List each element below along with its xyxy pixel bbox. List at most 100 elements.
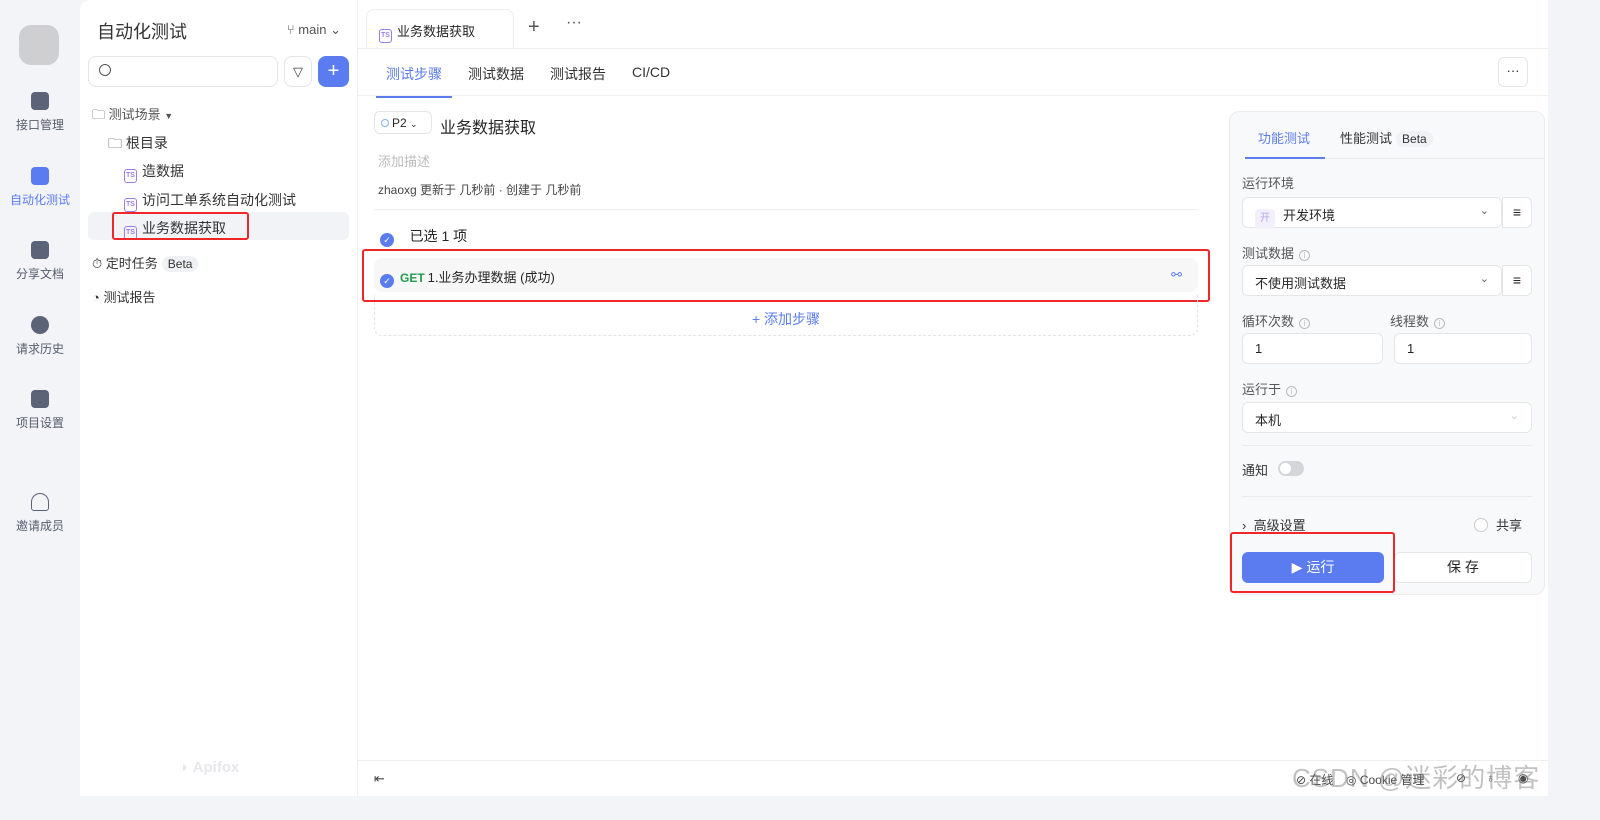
folder-icon: 🗀 xyxy=(108,135,126,151)
history-icon xyxy=(31,316,49,334)
label-text: 运行于 xyxy=(1242,382,1282,397)
sidebar-title: 自动化测试 xyxy=(97,22,187,42)
tree-scenes[interactable]: 🗀 测试场景 ▼ xyxy=(92,104,173,128)
beta-badge: Beta xyxy=(1396,131,1433,147)
tree-case[interactable]: TS 访问工单系统自动化测试 xyxy=(124,190,296,212)
priority-value: P2 xyxy=(392,116,407,130)
rail-label: 分享文档 xyxy=(15,267,64,281)
subtabs: 测试步骤 测试数据 测试报告 CI/CD ··· xyxy=(358,48,1548,98)
save-button[interactable]: 保 存 xyxy=(1394,552,1532,583)
checkbox-icon xyxy=(1474,518,1488,532)
add-step-button[interactable]: + 添加步骤 xyxy=(374,294,1198,336)
run-on-value: 本机 xyxy=(1255,413,1282,428)
run-label: 运行 xyxy=(1306,559,1335,575)
description-input[interactable]: 添加描述 xyxy=(378,151,430,170)
rail-item-invite[interactable]: 邀请成员 xyxy=(0,493,80,534)
chevron-down-icon: ⌄ xyxy=(410,119,418,129)
run-on-select[interactable]: 本机 ⌄ xyxy=(1242,402,1532,433)
tab-performance[interactable]: 性能测试 Beta xyxy=(1340,128,1433,147)
branch-icon: ⑂ xyxy=(286,22,299,37)
env-label: 运行环境 xyxy=(1242,176,1295,191)
tab-more-button[interactable]: ··· xyxy=(566,14,582,32)
thread-count-input[interactable]: 1 xyxy=(1394,333,1532,364)
new-tab-button[interactable]: + xyxy=(528,16,540,39)
tab-data[interactable]: 测试数据 xyxy=(468,64,524,84)
branch-name: main xyxy=(298,22,327,37)
rail-label: 请求历史 xyxy=(15,342,64,356)
link-icon[interactable]: ⚯ xyxy=(1171,267,1182,283)
tree-label: 造数据 xyxy=(142,163,184,179)
test-data-menu-button[interactable]: ≡ xyxy=(1502,265,1532,296)
env-menu-button[interactable]: ≡ xyxy=(1502,197,1532,228)
nav-rail: 接口管理 自动化测试 分享文档 请求历史 项目设置 邀请成员 xyxy=(0,0,80,820)
priority-select[interactable]: P2 ⌄ xyxy=(374,111,432,134)
watermark: CSDN @迷彩的博客 xyxy=(1292,763,1541,793)
rail-item-api[interactable]: 接口管理 xyxy=(0,92,80,133)
beta-badge: Beta xyxy=(161,256,199,272)
rail-item-share-doc[interactable]: 分享文档 xyxy=(0,241,80,282)
tab-steps[interactable]: 测试步骤 xyxy=(376,64,452,98)
share-label: 共享 xyxy=(1496,518,1523,533)
env-tag: 开 xyxy=(1255,209,1275,229)
tree-case-selected[interactable]: TS 业务数据获取 xyxy=(124,218,226,240)
case-meta: zhaoxg 更新于 几秒前 · 创建于 几秒前 xyxy=(378,183,582,197)
advanced-settings-toggle[interactable]: › 高级设置 xyxy=(1242,515,1306,534)
tree-label: 业务数据获取 xyxy=(142,220,226,236)
env-value: 开发环境 xyxy=(1283,208,1336,223)
team-avatar[interactable] xyxy=(19,25,59,65)
case-title[interactable]: 业务数据获取 xyxy=(440,114,536,138)
brand-text: Apifox xyxy=(192,759,240,776)
tree-case[interactable]: TS 造数据 xyxy=(124,161,184,183)
chevron-down-icon: ⌄ xyxy=(1509,410,1519,422)
scrollbar[interactable] xyxy=(1548,0,1568,820)
timer-icon: ⏱ xyxy=(92,256,106,271)
tab-indicator xyxy=(1245,157,1325,159)
run-button[interactable]: ▶ 运行 xyxy=(1242,552,1384,583)
method-badge: GET xyxy=(400,271,425,285)
env-select[interactable]: 开开发环境 ⌄ xyxy=(1242,197,1502,229)
branch-selector[interactable]: ⑂ main ⌄ xyxy=(287,22,341,38)
chevron-down-icon: ⌄ xyxy=(1479,205,1489,217)
tree-label: 测试场景 xyxy=(108,107,161,122)
collapse-sidebar-icon[interactable]: ⇤ xyxy=(374,771,385,787)
share-checkbox[interactable]: 共享 xyxy=(1474,515,1522,534)
ts-file-icon: TS xyxy=(124,169,137,183)
sidebar: 自动化测试 ⑂ main ⌄ ▽ + 🗀 测试场景 ▼ 🗀 根目录 TS 造数据 … xyxy=(80,0,358,796)
play-icon: ▶ xyxy=(1291,559,1307,575)
search-input[interactable] xyxy=(88,56,278,87)
test-data-value: 不使用测试数据 xyxy=(1255,276,1347,291)
run-panel: 功能测试 性能测试 Beta 运行环境 开开发环境 ⌄ ≡ 测试数据 i 不使用测试数… xyxy=(1229,111,1545,595)
loop-label: 循环次数 i xyxy=(1242,311,1311,330)
automation-icon xyxy=(31,167,49,185)
rail-label: 自动化测试 xyxy=(9,193,70,207)
tree-schedule[interactable]: ⏱ 定时任务 Beta xyxy=(92,253,199,272)
tree-root[interactable]: 🗀 根目录 xyxy=(108,133,168,157)
rail-item-automation[interactable]: 自动化测试 xyxy=(0,167,80,208)
more-button[interactable]: ··· xyxy=(1498,57,1528,87)
step-row[interactable]: ✓ GET 1.业务办理数据 (成功) ⚯ xyxy=(374,258,1198,292)
add-button[interactable]: + xyxy=(318,56,349,87)
test-data-select[interactable]: 不使用测试数据 ⌄ xyxy=(1242,265,1502,296)
settings-icon xyxy=(31,390,49,408)
filter-icon: ▽ xyxy=(293,64,303,79)
rail-label: 邀请成员 xyxy=(15,519,64,533)
select-all-checkbox[interactable]: ✓ 已选 1 项 xyxy=(380,226,467,247)
tab-report[interactable]: 测试报告 xyxy=(550,64,606,84)
rail-item-history[interactable]: 请求历史 xyxy=(0,316,80,357)
ts-file-icon: TS xyxy=(124,226,137,240)
tab-cicd[interactable]: CI/CD xyxy=(632,64,670,80)
doc-tab[interactable]: TS 业务数据获取 xyxy=(366,9,514,48)
label-text: 线程数 xyxy=(1390,314,1430,329)
search-icon xyxy=(99,64,111,76)
thread-label: 线程数 i xyxy=(1390,311,1446,330)
rail-item-settings[interactable]: 项目设置 xyxy=(0,390,80,431)
loop-count-input[interactable]: 1 xyxy=(1242,333,1383,364)
filter-button[interactable]: ▽ xyxy=(284,56,312,87)
check-icon[interactable]: ✓ xyxy=(380,274,394,288)
notify-toggle[interactable] xyxy=(1278,461,1304,476)
tab-functional[interactable]: 功能测试 xyxy=(1258,128,1310,147)
share-doc-icon xyxy=(31,241,49,259)
ts-file-icon: TS xyxy=(379,29,392,43)
tree-report[interactable]: ◔ 测试报告 xyxy=(92,287,155,306)
rail-label: 接口管理 xyxy=(15,118,64,132)
